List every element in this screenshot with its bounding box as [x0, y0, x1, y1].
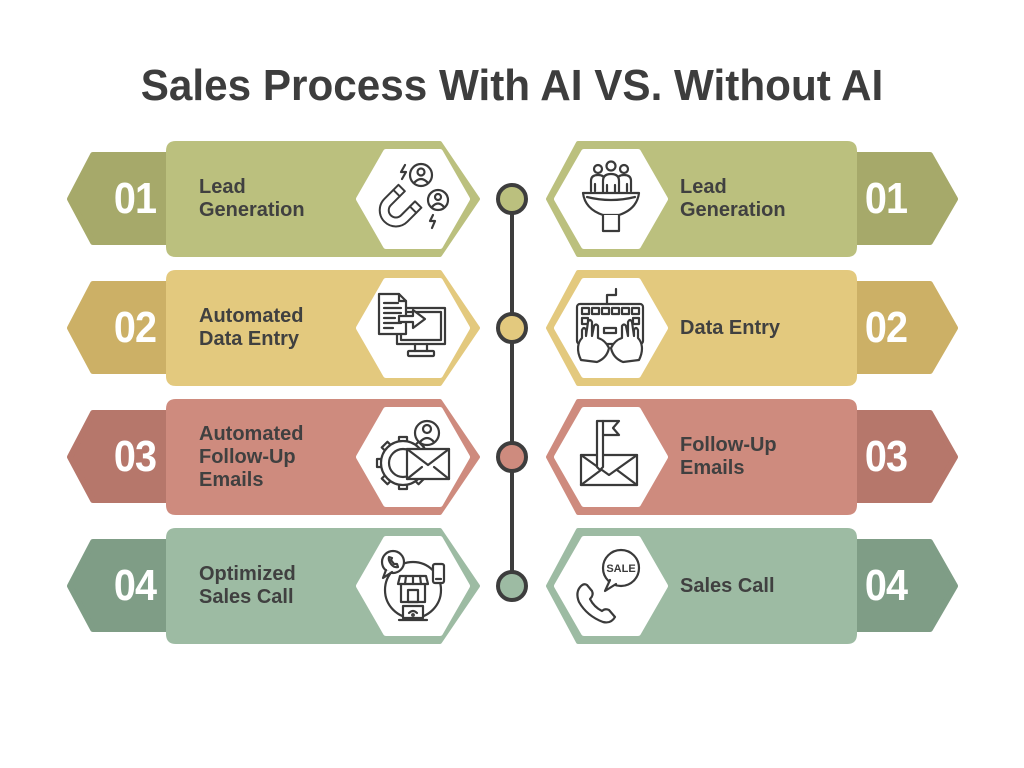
timeline-node: [496, 441, 528, 473]
step-label-line: Sales Call: [680, 574, 775, 597]
timeline-node: [496, 312, 528, 344]
without-ai-step-number: 01: [864, 174, 908, 223]
step-label-line: Lead: [199, 176, 246, 198]
without-ai-step-number: 04: [864, 561, 908, 610]
without-ai-step-number: 03: [864, 432, 908, 481]
without-ai-step-label: Sales Call: [680, 530, 830, 642]
step-label-line: Data Entry: [199, 328, 300, 350]
with-ai-step-number: 02: [113, 303, 157, 352]
step-label-line: Generation: [199, 199, 305, 221]
without-ai-step-number: 02: [864, 303, 908, 352]
timeline: [496, 183, 528, 602]
step-label-line: Follow-Up: [199, 445, 296, 468]
without-ai-step-label: Follow-Up Emails: [680, 401, 830, 513]
with-ai-step-label: Automated Data Entry: [199, 272, 349, 384]
without-ai-step-label: Data Entry: [680, 272, 830, 384]
timeline-node: [496, 570, 528, 602]
step-label-line: Follow-Up: [680, 434, 777, 456]
with-ai-step-label: Lead Generation: [199, 143, 349, 255]
with-ai-step-label: Optimized Sales Call: [199, 530, 349, 642]
timeline-node: [496, 183, 528, 215]
step-label-line: Automated: [199, 422, 304, 445]
page-title: Sales Process With AI VS. Without AI: [140, 61, 884, 110]
step-label-line: Sales Call: [199, 586, 294, 608]
step-label-line: Lead: [680, 176, 727, 198]
step-label-line: Emails: [199, 468, 264, 491]
step-label-line: Automated: [199, 305, 304, 327]
infographic: SALE Sales Process With AI VS. Without A…: [0, 0, 1024, 768]
sale-icon-text: SALE: [606, 563, 635, 575]
step-label-line: Generation: [680, 199, 786, 221]
infographic-shapes: SALE: [67, 141, 958, 644]
without-ai-step-label: Lead Generation: [680, 143, 830, 255]
step-label-line: Optimized: [199, 563, 296, 585]
with-ai-step-number: 01: [113, 174, 157, 223]
step-label-line: Data Entry: [680, 316, 781, 339]
with-ai-step-number: 03: [113, 432, 157, 481]
with-ai-step-label: Automated Follow-Up Emails: [199, 401, 349, 513]
with-ai-step-number: 04: [113, 561, 157, 610]
step-label-line: Emails: [680, 457, 745, 479]
